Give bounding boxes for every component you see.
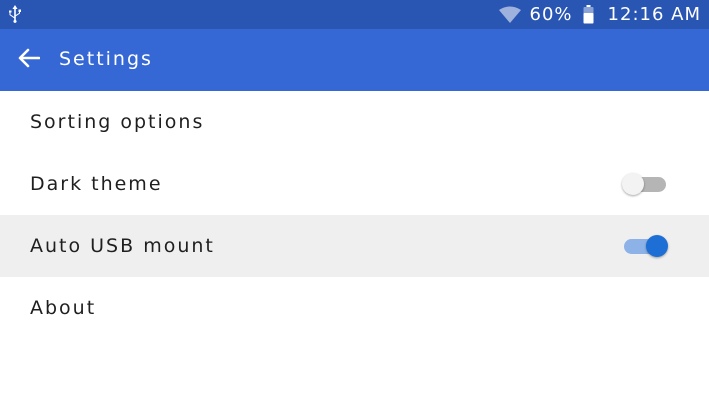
back-button[interactable] xyxy=(12,43,46,77)
battery-icon xyxy=(583,5,594,24)
battery-percent: 60% xyxy=(529,4,573,25)
setting-label: Sorting options xyxy=(30,111,205,133)
setting-label: Dark theme xyxy=(30,173,163,195)
setting-sorting-options[interactable]: Sorting options xyxy=(0,91,709,153)
setting-dark-theme[interactable]: Dark theme xyxy=(0,153,709,215)
setting-label: About xyxy=(30,297,97,319)
status-bar: 60% 12:16 AM xyxy=(0,0,709,29)
toggle-thumb xyxy=(622,173,644,195)
clock: 12:16 AM xyxy=(607,4,701,25)
settings-list: Sorting options Dark theme Auto USB moun… xyxy=(0,91,709,339)
app-bar: Settings xyxy=(0,29,709,91)
setting-label: Auto USB mount xyxy=(30,235,215,257)
wifi-icon xyxy=(498,6,522,24)
toggle-thumb xyxy=(646,235,668,257)
page-title: Settings xyxy=(59,48,153,70)
usb-icon xyxy=(6,4,24,24)
auto-usb-mount-toggle[interactable] xyxy=(622,235,668,257)
setting-auto-usb-mount[interactable]: Auto USB mount xyxy=(0,215,709,277)
dark-theme-toggle[interactable] xyxy=(622,173,668,195)
setting-about[interactable]: About xyxy=(0,277,709,339)
arrow-left-icon xyxy=(18,48,41,72)
